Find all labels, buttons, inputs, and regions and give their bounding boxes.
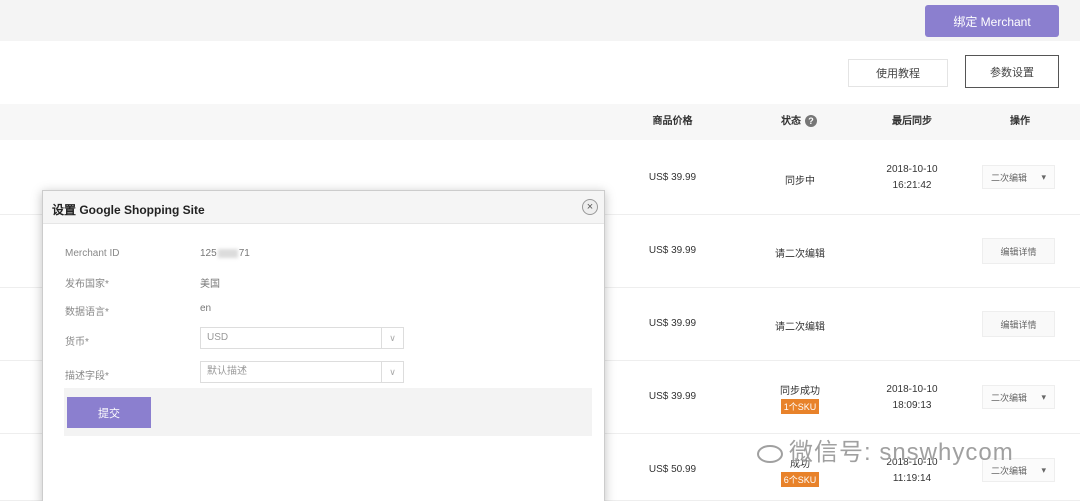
currency-label: 货币* <box>65 337 89 348</box>
submit-button[interactable]: 提交 <box>67 397 151 428</box>
sku-count-badge[interactable]: 1个SKU <box>780 399 820 414</box>
row-status: 请二次编辑 <box>775 322 825 333</box>
secondary-edit-dropdown[interactable]: 二次编辑 ▾ <box>982 165 1055 189</box>
chevron-down-icon: ∨ <box>381 328 403 348</box>
merchant-id-label: Merchant ID <box>65 248 120 259</box>
caret-down-icon: ▾ <box>1041 171 1046 182</box>
row-last-sync: 2018-10-10 16:21:42 <box>886 164 938 191</box>
caret-down-icon: ▾ <box>1041 391 1046 402</box>
header-status: 状态? <box>764 104 834 140</box>
google-shopping-settings-dialog: 设置 Google Shopping Site × Merchant ID 12… <box>42 190 605 501</box>
row-price: US$ 50.99 <box>648 464 697 475</box>
header-last-sync: 最后同步 <box>892 116 932 127</box>
dialog-title: 设置 Google Shopping Site <box>52 203 205 217</box>
edit-details-button[interactable]: 编辑详情 <box>982 311 1055 337</box>
row-price: US$ 39.99 <box>648 245 697 256</box>
secondary-edit-dropdown[interactable]: 二次编辑 ▾ <box>982 385 1055 409</box>
country-label: 发布国家* <box>65 279 109 290</box>
currency-select[interactable]: USD ∨ <box>200 327 404 349</box>
row-status: 请二次编辑 <box>775 249 825 260</box>
close-icon[interactable]: × <box>582 199 598 215</box>
redacted-digits <box>217 248 238 258</box>
row-price: US$ 39.99 <box>648 172 697 183</box>
chevron-down-icon: ∨ <box>381 362 403 382</box>
bind-merchant-button[interactable]: 绑定 Merchant <box>925 5 1059 37</box>
edit-details-button[interactable]: 编辑详情 <box>982 238 1055 264</box>
description-field-select[interactable]: 默认描述 ∨ <box>200 361 404 383</box>
merchant-id-value: 125 71 <box>200 248 250 259</box>
row-last-sync: 2018-10-10 18:09:13 <box>886 384 938 411</box>
language-value: en <box>200 303 212 314</box>
description-field-label: 描述字段* <box>65 371 109 382</box>
top-bar <box>0 0 1080 41</box>
row-price: US$ 39.99 <box>648 391 697 402</box>
wechat-icon <box>757 444 783 463</box>
row-status: 同步中 <box>785 176 815 187</box>
parameter-settings-button[interactable]: 参数设置 <box>965 55 1059 88</box>
language-label: 数据语言* <box>65 307 109 318</box>
header-operations: 操作 <box>1010 116 1030 127</box>
help-icon[interactable]: ? <box>805 115 817 128</box>
sku-count-badge[interactable]: 6个SKU <box>780 472 820 487</box>
watermark: 微信号: snswhycom <box>757 432 1014 467</box>
caret-down-icon: ▾ <box>1041 464 1046 475</box>
tutorial-button[interactable]: 使用教程 <box>848 59 948 87</box>
country-value: 美国 <box>200 279 220 290</box>
dialog-header: 设置 Google Shopping Site × <box>43 191 604 224</box>
header-price: 商品价格 <box>652 116 693 127</box>
row-price: US$ 39.99 <box>648 318 697 329</box>
row-status: 同步成功 1个SKU <box>780 386 820 414</box>
